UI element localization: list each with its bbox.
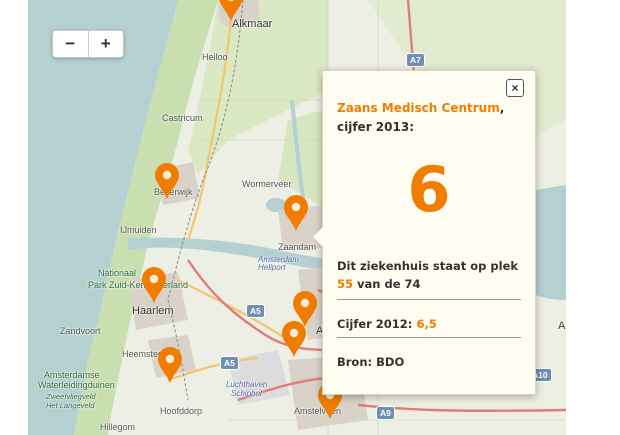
zoom-out-button[interactable]: − bbox=[53, 31, 88, 57]
hospital-marker-selected[interactable] bbox=[283, 194, 309, 232]
place-label-awd-line1: Amsterdamse bbox=[44, 370, 100, 380]
road-shield-a9: A9 bbox=[376, 406, 395, 420]
place-label-amsterdam-heliport: Amsterdam Heliport bbox=[258, 255, 299, 272]
zoom-in-button[interactable]: + bbox=[87, 31, 124, 57]
place-label-zandvoort: Zandvoort bbox=[60, 326, 101, 336]
hospital-marker[interactable] bbox=[141, 266, 167, 304]
hospital-name-link[interactable]: Zaans Medisch Centrum bbox=[337, 101, 500, 115]
hospital-marker[interactable] bbox=[154, 162, 180, 200]
place-label-east-fragment: A bbox=[558, 320, 566, 332]
road-shield-a5: A5 bbox=[246, 304, 265, 318]
place-label-haarlem: Haarlem bbox=[132, 305, 174, 317]
place-label-national-park-line2: Park Zuid-Kennemerland bbox=[88, 280, 189, 290]
place-label-zweefvliegveld-line1: Zweefvliegveld bbox=[46, 392, 96, 401]
place-label-ijmuiden: IJmuiden bbox=[120, 225, 157, 235]
divider bbox=[337, 299, 521, 300]
hospital-marker[interactable] bbox=[281, 320, 307, 358]
place-label-castricum: Castricum bbox=[162, 113, 203, 123]
source-text: Bron: BDO bbox=[337, 355, 405, 369]
place-label-zaandam: Zaandam bbox=[278, 242, 317, 252]
place-label-awd-line2: Waterleidingduinen bbox=[38, 380, 115, 390]
score-value: 6 bbox=[407, 153, 451, 226]
place-label-luchthaven-line1: Luchthaven bbox=[226, 380, 268, 389]
popup-title: Zaans Medisch Centrum, cijfer 2013: bbox=[337, 99, 517, 137]
hospital-marker[interactable] bbox=[157, 346, 183, 384]
rank-number: 55 bbox=[337, 277, 354, 291]
zoom-control: − + bbox=[52, 30, 124, 58]
rank-label: Dit ziekenhuis staat op plek bbox=[337, 259, 519, 273]
place-label-national-park-line1: Nationaal bbox=[98, 268, 137, 278]
rank-text: Dit ziekenhuis staat op plek 55 van de 7… bbox=[337, 257, 527, 293]
close-button[interactable]: × bbox=[506, 79, 524, 97]
hospital-marker[interactable] bbox=[218, 0, 244, 22]
place-label-heiloo: Heiloo bbox=[202, 52, 228, 62]
place-label-luchthaven-line2: Schiphol bbox=[231, 389, 262, 398]
previous-score: Cijfer 2012: 6,5 bbox=[337, 317, 437, 331]
previous-score-value: 6,5 bbox=[416, 317, 437, 331]
previous-score-label: Cijfer 2012: bbox=[337, 317, 413, 331]
title-comma: , bbox=[499, 101, 505, 115]
place-label-hillegom: Hillegom bbox=[100, 422, 136, 432]
place-label-wormerveer: Wormerveer bbox=[242, 179, 292, 189]
score-label: cijfer 2013: bbox=[337, 120, 414, 134]
divider bbox=[337, 337, 521, 338]
road-shield-a5-south: A5 bbox=[220, 356, 239, 370]
hospital-info-popup: × Zaans Medisch Centrum, cijfer 2013: 6 … bbox=[313, 70, 536, 395]
road-shield-a7: A7 bbox=[406, 53, 425, 67]
popup-pointer bbox=[313, 227, 323, 247]
rank-suffix: van de 74 bbox=[357, 277, 421, 291]
place-label-zweefvliegveld-line2: Het Langeveld bbox=[46, 401, 95, 410]
place-label-hoofddorp: Hoofddorp bbox=[160, 406, 203, 416]
